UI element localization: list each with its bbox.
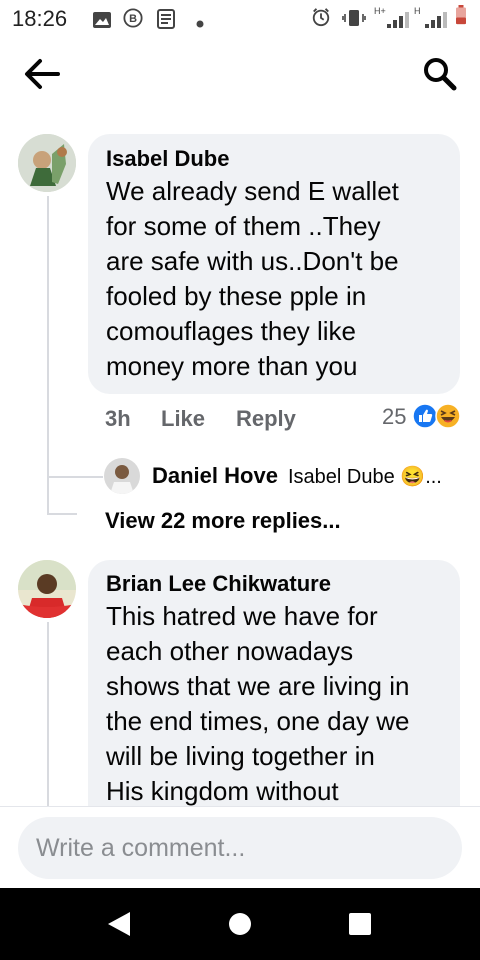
thread-branch	[47, 513, 77, 515]
comment-text-line: money more than you	[106, 351, 358, 381]
comment-text-line: will be living together in	[106, 741, 375, 771]
status-bar: 18:26 B H+ H	[0, 0, 480, 36]
back-triangle-icon[interactable]	[106, 910, 132, 938]
home-circle-icon[interactable]	[228, 912, 252, 936]
avatar[interactable]	[18, 134, 76, 192]
search-button[interactable]	[414, 52, 464, 96]
reply-avatar[interactable]	[104, 458, 140, 494]
reaction-summary[interactable]: 25	[380, 402, 464, 432]
comment-text-line: His kingdom without	[106, 776, 339, 806]
vibrate-icon	[342, 10, 366, 26]
view-more-replies-link[interactable]: View 22 more replies...	[105, 508, 341, 534]
comment-text-line: are safe with us..Don't be	[106, 246, 399, 276]
avatar-image	[18, 134, 76, 192]
status-time: 18:26	[12, 6, 68, 31]
gallery-icon	[93, 12, 111, 28]
like-button[interactable]: Like	[161, 406, 205, 432]
network-type-label: H+	[374, 6, 386, 16]
comment-text: We already send E wallet for some of the…	[106, 174, 399, 384]
comment-text-line: fooled by these pple in	[106, 281, 367, 311]
reply-preview[interactable]: Daniel Hove Isabel Dube 😆...	[104, 458, 464, 494]
comment-text-line: We already send E wallet	[106, 176, 399, 206]
comment-timestamp: 3h	[105, 406, 131, 431]
dot-icon	[196, 20, 204, 28]
thread-line	[47, 196, 49, 514]
back-arrow-icon	[25, 59, 60, 89]
comment-author[interactable]: Brian Lee Chikwature	[106, 571, 331, 597]
comment-author[interactable]: Isabel Dube	[106, 146, 229, 172]
haha-reaction-icon	[435, 403, 461, 429]
search-icon	[424, 58, 457, 91]
avatar[interactable]	[18, 560, 76, 618]
reply-snippet: Isabel Dube 😆...	[288, 466, 442, 488]
news-icon	[157, 9, 175, 29]
top-bar	[0, 36, 480, 116]
reply-avatar-image	[104, 458, 140, 494]
comment-bubble[interactable]: Isabel Dube We already send E wallet for…	[88, 134, 460, 394]
battery-low-icon	[456, 5, 466, 25]
b-badge-icon: B	[123, 8, 143, 28]
comment-bubble[interactable]: Brian Lee Chikwature This hatred we have…	[88, 560, 460, 840]
thread-branch	[47, 476, 103, 478]
comment-text-line: This hatred we have for	[106, 601, 378, 631]
comment-text-line: shows that we are living in	[106, 671, 410, 701]
comment-input[interactable]	[18, 817, 462, 879]
comment-text-line: for some of them ..They	[106, 211, 381, 241]
reply-author[interactable]: Daniel Hove	[152, 463, 278, 489]
alarm-icon	[312, 8, 330, 27]
comment-text: This hatred we have for each other nowad…	[106, 599, 410, 809]
comment-text-line: the end times, one day we	[106, 706, 410, 736]
signal-icon	[387, 12, 409, 28]
signal-icon	[425, 12, 447, 28]
comment-text-line: each other nowadays	[106, 636, 354, 666]
reply-button[interactable]: Reply	[236, 406, 296, 432]
back-button[interactable]	[16, 52, 66, 96]
thread-line	[47, 622, 49, 812]
comment-text-line: comouflages they like	[106, 316, 357, 346]
comment-composer	[0, 806, 480, 889]
system-nav-bar	[0, 888, 480, 960]
avatar-image	[18, 560, 76, 618]
network-type-label: H	[414, 6, 421, 16]
svg-text:B: B	[129, 13, 137, 25]
recents-square-icon[interactable]	[348, 912, 372, 936]
reaction-count: 25	[382, 404, 407, 429]
